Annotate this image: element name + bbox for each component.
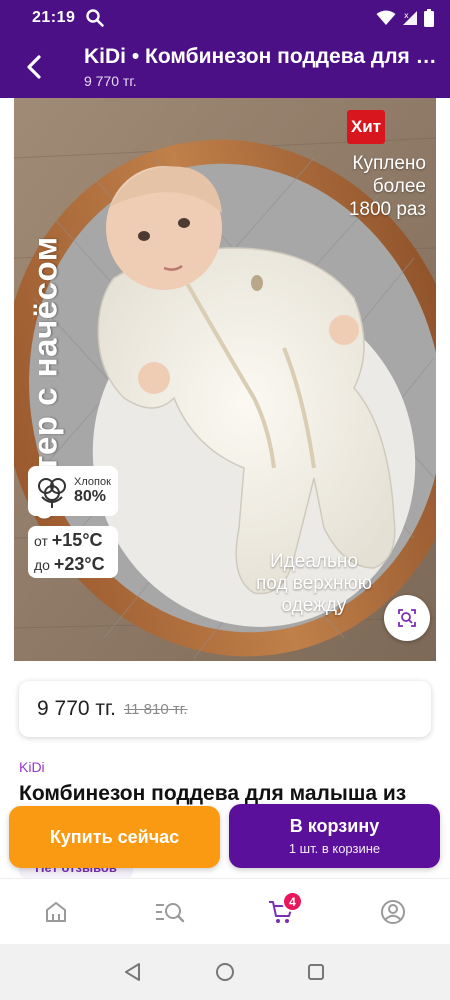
system-back-button[interactable] <box>120 959 146 985</box>
cart-count-badge: 4 <box>282 891 303 912</box>
buy-now-label: Купить сейчас <box>49 826 180 847</box>
bought-line-2: более <box>372 176 426 197</box>
temperature-max: до +23°C <box>34 554 105 574</box>
buy-now-button[interactable]: Купить сейчас <box>9 806 220 868</box>
screen: 21:19 x KiDi • Комбинезон поддева для ма… <box>0 0 450 1000</box>
brand-link[interactable]: KiDi <box>19 759 45 775</box>
cotton-label: Хлопок <box>74 476 111 488</box>
bought-count-text: Куплено более 1800 раз <box>316 152 426 221</box>
back-button[interactable] <box>18 51 50 83</box>
add-to-cart-button[interactable]: В корзину 1 шт. в корзине <box>229 804 440 868</box>
current-price: 9 770 тг. <box>37 697 116 720</box>
bought-line-1: Куплено <box>352 153 426 174</box>
back-arrow-icon <box>27 55 41 79</box>
battery-icon <box>424 9 434 27</box>
page-subtitle-price: 9 770 тг. <box>84 73 137 89</box>
cotton-value: 80% <box>74 488 107 505</box>
home-icon <box>46 902 66 922</box>
nav-catalog[interactable] <box>150 895 190 929</box>
nav-profile[interactable] <box>376 895 410 929</box>
system-home-icon <box>216 963 234 981</box>
bought-line-3: 1800 раз <box>348 199 426 220</box>
product-title: Комбинезон поддева для малыша из <box>19 782 407 805</box>
wifi-icon <box>376 10 396 25</box>
temperature-badge: от +15°C до +23°C <box>28 526 118 578</box>
system-nav-bar <box>0 944 450 1000</box>
old-price: 11 810 тг. <box>123 700 188 718</box>
status-bar: 21:19 x <box>0 0 450 36</box>
visual-search-button[interactable] <box>384 595 430 641</box>
system-back-icon <box>125 963 140 981</box>
temperature-min: от +15°C <box>34 530 103 550</box>
status-icons: x <box>376 9 434 27</box>
add-to-cart-label: В корзину <box>289 816 380 836</box>
product-image[interactable]: Футер с начёсом Хит Куплено более 1800 р… <box>14 98 436 661</box>
nav-home[interactable] <box>39 895 73 929</box>
visual-search-icon <box>398 609 416 627</box>
signal-icon: x <box>403 11 417 25</box>
status-time: 21:19 <box>32 9 76 26</box>
app-bar: KiDi • Комбинезон поддева для малыша 9 7… <box>0 36 450 98</box>
catalog-search-icon <box>156 903 185 923</box>
search-icon <box>86 9 105 27</box>
ideal-caption: Идеально под верхнюю одежду <box>255 551 373 616</box>
system-home-button[interactable] <box>212 959 238 985</box>
system-recents-button[interactable] <box>303 959 329 985</box>
price-card: 9 770 тг. 11 810 тг. <box>19 681 431 737</box>
hit-badge: Хит <box>347 110 385 144</box>
svg-text:x: x <box>404 11 409 20</box>
system-recents-icon <box>308 964 324 980</box>
cotton-badge: Хлопок 80% <box>28 466 118 516</box>
profile-icon <box>381 900 405 924</box>
cotton-icon <box>38 478 66 508</box>
page-title: KiDi • Комбинезон поддева для малыша <box>84 45 444 68</box>
in-cart-count: 1 шт. в корзине <box>288 841 381 856</box>
bottom-nav: 4 <box>0 878 450 944</box>
